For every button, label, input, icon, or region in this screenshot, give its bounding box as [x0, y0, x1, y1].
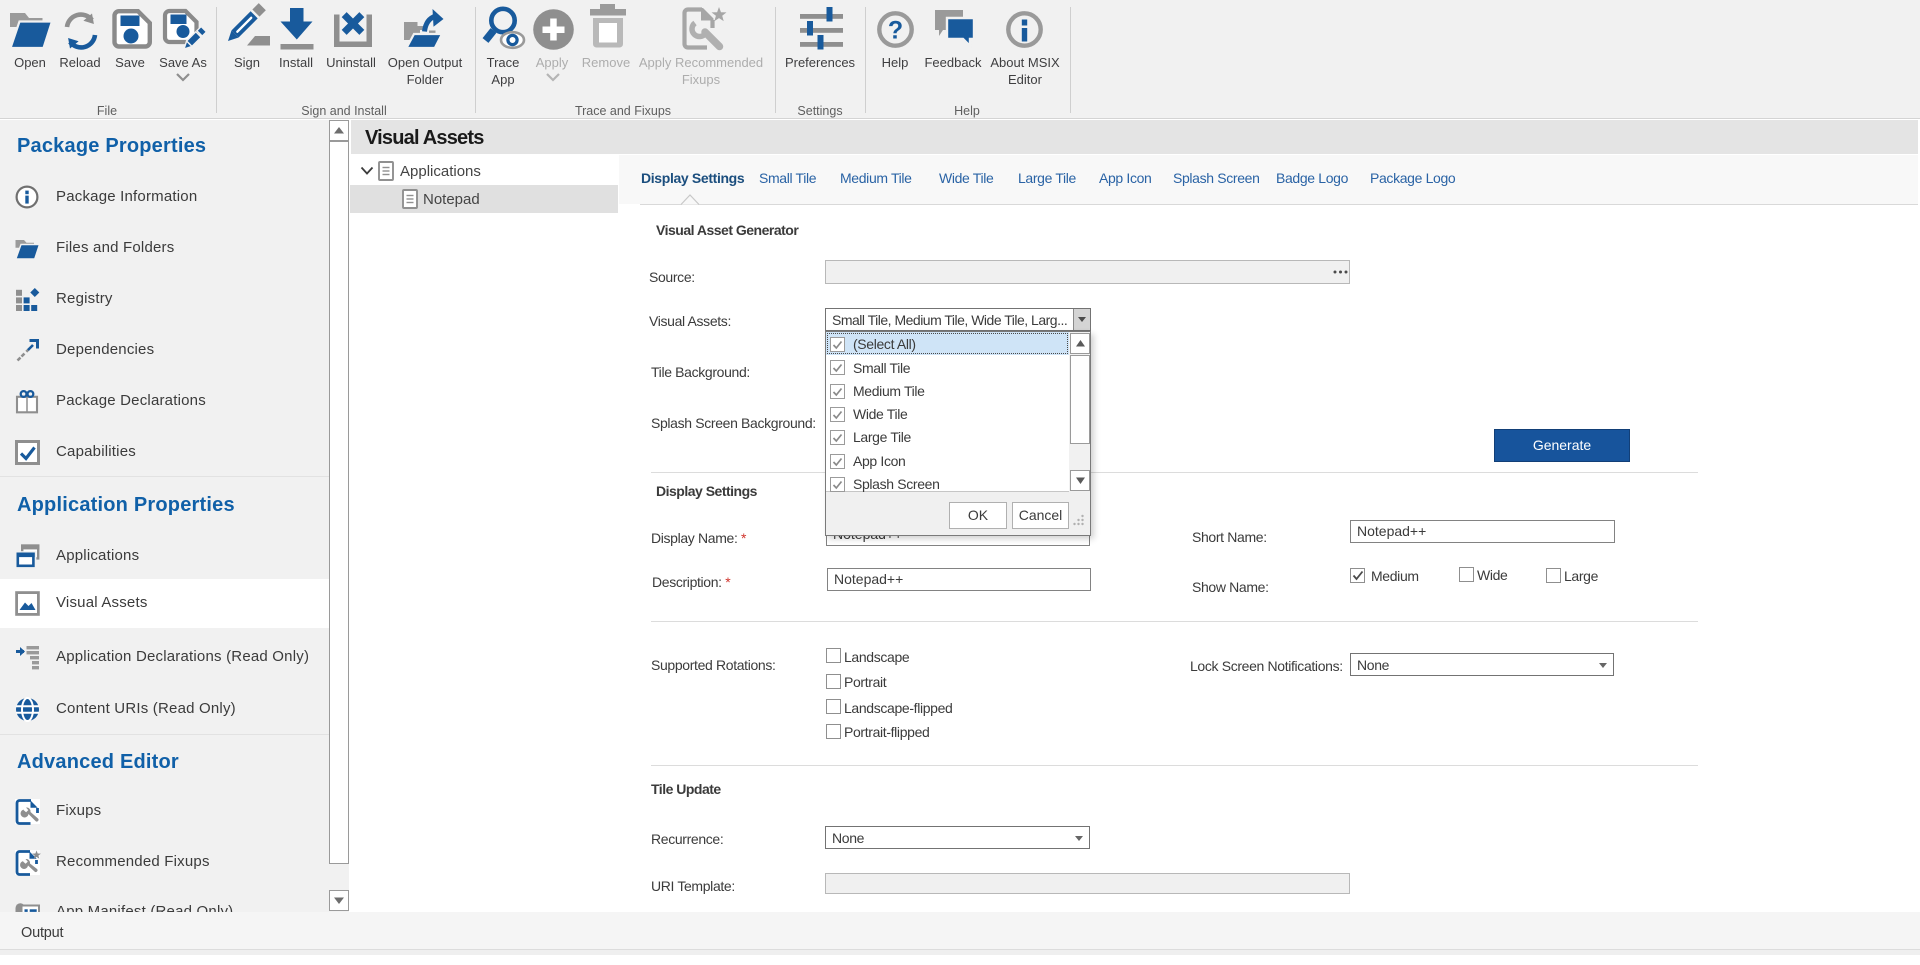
svg-text:?: ? — [888, 17, 903, 45]
